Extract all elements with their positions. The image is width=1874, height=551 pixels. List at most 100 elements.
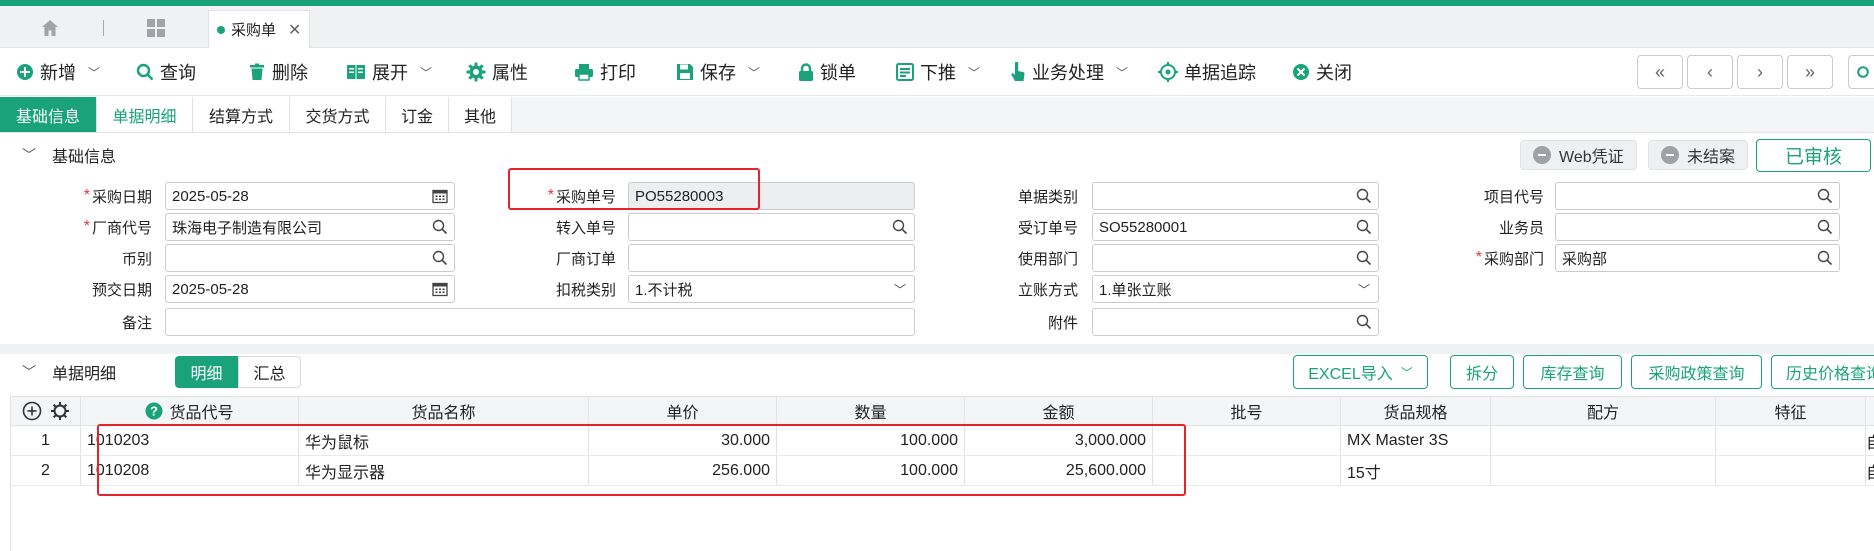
cell-item-code[interactable]: 1010203: [81, 426, 299, 455]
first-record-button[interactable]: «: [1637, 55, 1683, 89]
push-down-button[interactable]: 下推 ﹀: [896, 58, 980, 86]
cell-amount[interactable]: 25,600.000: [965, 456, 1153, 485]
currency-input[interactable]: [165, 244, 455, 272]
vendor-code-label: * 厂商代号: [83, 218, 152, 237]
search-icon[interactable]: [1356, 250, 1372, 266]
search-icon[interactable]: [1356, 219, 1372, 235]
cell-formula[interactable]: [1491, 456, 1716, 485]
cell-batch-no[interactable]: [1153, 456, 1341, 485]
search-icon[interactable]: [1817, 188, 1833, 204]
not-closed-button[interactable]: 未结案: [1648, 140, 1749, 170]
cell-item-name[interactable]: 华为显示器: [299, 456, 589, 485]
header-item-name[interactable]: 货品名称: [299, 397, 589, 425]
business-process-button[interactable]: 业务处理 ﹀: [1010, 58, 1128, 86]
delete-button[interactable]: 删除: [248, 58, 308, 86]
query-button[interactable]: 查询: [136, 58, 196, 86]
settings-button[interactable]: [1848, 55, 1874, 89]
close-button[interactable]: 关闭: [1292, 58, 1352, 86]
add-row-icon[interactable]: [22, 401, 42, 421]
properties-button[interactable]: 属性: [466, 58, 528, 86]
purchase-no-input[interactable]: PO55280003: [628, 182, 915, 210]
tab-doc-detail[interactable]: 单据明细: [97, 97, 193, 132]
search-icon[interactable]: [432, 250, 448, 266]
vendor-code-input[interactable]: 珠海电子制造有限公司: [165, 213, 455, 241]
split-button[interactable]: 拆分: [1450, 355, 1514, 389]
last-record-button[interactable]: »: [1787, 55, 1833, 89]
apps-tab[interactable]: [134, 15, 178, 41]
history-price-button[interactable]: 历史价格查询: [1771, 355, 1874, 389]
cell-unit-price[interactable]: 30.000: [589, 426, 777, 455]
cell-quantity[interactable]: 100.000: [777, 456, 965, 485]
new-button[interactable]: 新增 ﹀: [16, 58, 100, 86]
save-button[interactable]: 保存 ﹀: [676, 58, 760, 86]
search-icon[interactable]: [1817, 250, 1833, 266]
remark-input[interactable]: [165, 308, 915, 336]
help-icon[interactable]: ?: [145, 402, 163, 420]
search-icon[interactable]: [892, 219, 908, 235]
calendar-icon[interactable]: [432, 281, 448, 297]
search-icon[interactable]: [432, 219, 448, 235]
dept-use-input[interactable]: [1092, 244, 1379, 272]
calendar-icon[interactable]: [432, 188, 448, 204]
transfer-no-input[interactable]: [628, 213, 915, 241]
stock-query-button[interactable]: 库存查询: [1523, 355, 1622, 389]
vendor-order-input[interactable]: [628, 244, 915, 272]
close-tab-icon[interactable]: ✕: [288, 20, 301, 40]
cell-amount[interactable]: 3,000.000: [965, 426, 1153, 455]
expand-button[interactable]: 展开 ﹀: [346, 58, 432, 86]
table-row[interactable]: 2 1010208 华为显示器 256.000 100.000 25,600.0…: [11, 456, 1874, 486]
header-batch-no[interactable]: 批号: [1153, 397, 1341, 425]
cell-feature[interactable]: [1716, 456, 1866, 485]
gear-icon[interactable]: [50, 401, 70, 421]
cell-unit-price[interactable]: 256.000: [589, 456, 777, 485]
table-row[interactable]: 1 1010203 华为鼠标 30.000 100.000 3,000.000 …: [11, 426, 1874, 456]
minus-circle-icon: [1661, 146, 1679, 164]
tab-delivery[interactable]: 交货方式: [290, 97, 386, 132]
web-voucher-button[interactable]: Web凭证: [1520, 140, 1637, 170]
purchase-dept-input[interactable]: 采购部: [1555, 244, 1840, 272]
header-item-code[interactable]: ? 货品代号: [81, 397, 299, 425]
cell-formula[interactable]: [1491, 426, 1716, 455]
trace-button[interactable]: 单据追踪: [1158, 58, 1256, 86]
home-tab[interactable]: [28, 15, 72, 41]
detail-view-toggle[interactable]: 明细: [175, 356, 238, 388]
header-spec[interactable]: 货品规格: [1341, 397, 1491, 425]
search-icon[interactable]: [1356, 188, 1372, 204]
tab-settlement[interactable]: 结算方式: [193, 97, 290, 132]
approved-status-button[interactable]: 已审核: [1756, 139, 1871, 172]
purchase-date-input[interactable]: 2025-05-28: [165, 182, 455, 210]
print-button[interactable]: 打印: [574, 58, 636, 86]
tax-type-select[interactable]: 1.不计税 ﹀: [628, 275, 915, 303]
pre-delivery-date-input[interactable]: 2025-05-28: [165, 275, 455, 303]
policy-query-button[interactable]: 采购政策查询: [1631, 355, 1762, 389]
cell-item-name[interactable]: 华为鼠标: [299, 426, 589, 455]
tab-deposit[interactable]: 订金: [386, 97, 449, 132]
header-feature[interactable]: 特征: [1716, 397, 1866, 425]
search-icon[interactable]: [1817, 219, 1833, 235]
tab-basic-info[interactable]: 基础信息: [0, 97, 97, 132]
summary-view-toggle[interactable]: 汇总: [238, 356, 301, 388]
prev-record-button[interactable]: ‹: [1687, 55, 1733, 89]
lock-button[interactable]: 锁单: [798, 58, 856, 86]
order-no-input[interactable]: SO55280001: [1092, 213, 1379, 241]
header-amount[interactable]: 金额: [965, 397, 1153, 425]
header-unit-price[interactable]: 单价: [589, 397, 777, 425]
tab-other[interactable]: 其他: [449, 97, 512, 132]
attachment-input[interactable]: [1092, 308, 1379, 336]
cell-batch-no[interactable]: [1153, 426, 1341, 455]
header-quantity[interactable]: 数量: [777, 397, 965, 425]
cell-feature[interactable]: [1716, 426, 1866, 455]
cell-item-code[interactable]: 1010208: [81, 456, 299, 485]
excel-import-button[interactable]: EXCEL导入 ﹀: [1293, 355, 1428, 389]
cell-spec[interactable]: MX Master 3S: [1341, 426, 1491, 455]
search-icon[interactable]: [1356, 314, 1372, 330]
header-formula[interactable]: 配方: [1491, 397, 1716, 425]
doc-type-input[interactable]: [1092, 182, 1379, 210]
cell-quantity[interactable]: 100.000: [777, 426, 965, 455]
salesman-input[interactable]: [1555, 213, 1840, 241]
account-method-select[interactable]: 1.单张立账 ﹀: [1092, 275, 1379, 303]
purchase-order-tab[interactable]: 采购单 ✕: [208, 10, 310, 48]
next-record-button[interactable]: ›: [1737, 55, 1783, 89]
project-code-input[interactable]: [1555, 182, 1840, 210]
cell-spec[interactable]: 15寸: [1341, 456, 1491, 485]
